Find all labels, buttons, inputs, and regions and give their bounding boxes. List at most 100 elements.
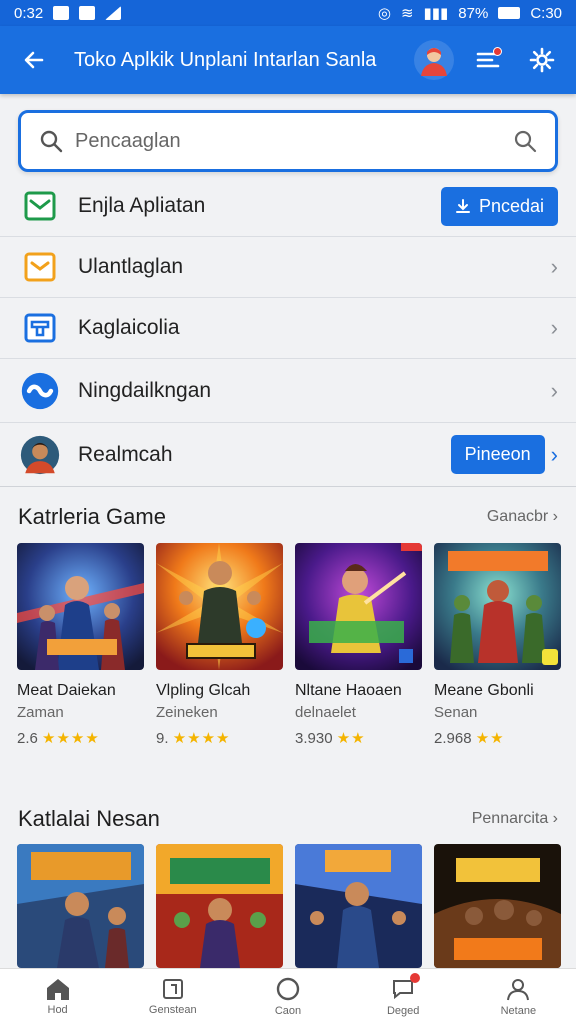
game-thumbnail bbox=[434, 543, 561, 670]
status-right: ◎ ≋ ▮▮▮ 87% C:30 bbox=[377, 4, 562, 23]
menu-item-label: Realmcah bbox=[78, 442, 173, 466]
nav-center[interactable]: Caon bbox=[243, 976, 333, 1017]
open-button[interactable]: Pineeon bbox=[450, 435, 545, 474]
menu-item-updates[interactable]: Ulantlaglan › bbox=[0, 237, 576, 298]
circle-icon bbox=[276, 977, 300, 1001]
nav-profile[interactable]: Netane bbox=[473, 976, 563, 1017]
nav-label: Deged bbox=[386, 1005, 420, 1017]
home-icon bbox=[46, 979, 69, 1000]
game-thumbnail bbox=[295, 543, 422, 670]
nav-badge bbox=[410, 973, 421, 983]
arrow-left-icon bbox=[24, 51, 44, 69]
game-rating: 3.930 ★★ bbox=[295, 730, 366, 747]
nav-library[interactable]: Genstean bbox=[128, 977, 218, 1016]
game-rating: 2.6 ★★★★ bbox=[17, 730, 100, 747]
game-subtitle: Senan bbox=[434, 704, 478, 721]
game-title: Meane Gbonli bbox=[434, 682, 534, 699]
chevron-right-icon: › bbox=[550, 377, 558, 403]
nav-label: Genstean bbox=[148, 1004, 197, 1016]
menu-item-sync[interactable]: Ningdailkngan › bbox=[0, 359, 576, 423]
menu-item-label: Ningdailkngan bbox=[78, 378, 212, 402]
game-rating: 9. ★★★★ bbox=[156, 730, 231, 747]
nav-label: Netane bbox=[500, 1005, 537, 1017]
section-title: Katrleria Game bbox=[18, 504, 166, 529]
star-rating-icon: ★★★★ bbox=[42, 730, 100, 747]
battery-icon bbox=[498, 7, 521, 19]
app-bar: Toko Aplkik Unplani Intarlan Sanla bbox=[0, 26, 576, 94]
game-title: Nltane Haoaen bbox=[295, 682, 402, 699]
games-carousel: Meat Daiekan Zaman 2.6 ★★★★ Vlpling Glca… bbox=[17, 543, 561, 747]
signal-icon bbox=[105, 6, 122, 20]
search-submit-icon[interactable] bbox=[513, 129, 537, 153]
search-input[interactable] bbox=[63, 129, 513, 153]
game-card[interactable] bbox=[434, 844, 561, 968]
game-title: Vlpling Glcah bbox=[156, 682, 251, 699]
app-title: Toko Aplkik Unplani Intarlan Sanla bbox=[74, 48, 377, 71]
menu-item-profile[interactable]: Realmcah Pineeon › bbox=[0, 423, 576, 487]
section-title: Katlalai Nesan bbox=[18, 806, 160, 831]
nav-label: Caon bbox=[274, 1005, 302, 1017]
game-card[interactable]: Vlpling Glcah Zeineken 9. ★★★★ bbox=[156, 543, 283, 747]
gear-icon bbox=[529, 47, 555, 73]
status-time-left: 0:32 bbox=[14, 4, 44, 22]
section-more-link[interactable]: Ganacbr › bbox=[487, 508, 558, 526]
new-games-carousel bbox=[17, 844, 561, 968]
open-label: Pineeon bbox=[464, 444, 531, 464]
status-time-right: C:30 bbox=[530, 4, 562, 22]
game-thumbnail bbox=[156, 543, 283, 670]
notification-icon bbox=[53, 6, 70, 20]
cell-signal-icon: ▮▮▮ bbox=[423, 5, 449, 22]
sync-icon: ◎ bbox=[377, 5, 391, 22]
app-actions bbox=[414, 40, 562, 80]
star-rating-icon: ★★ bbox=[336, 730, 366, 747]
nav-messages[interactable]: Deged bbox=[358, 973, 448, 1017]
filter-button[interactable] bbox=[468, 40, 508, 80]
menu-item-installed[interactable]: Enjla Apliatan Pncedai bbox=[0, 176, 576, 237]
status-bar: 0:32 ◎ ≋ ▮▮▮ 87% C:30 bbox=[0, 0, 576, 26]
search-bar bbox=[18, 110, 558, 172]
nav-label: Hod bbox=[47, 1004, 68, 1016]
game-card[interactable] bbox=[17, 844, 144, 968]
game-subtitle: delnaelet bbox=[295, 704, 356, 721]
menu-list: Enjla Apliatan Pncedai Ulantlaglan › Kag… bbox=[0, 176, 576, 487]
person-icon bbox=[507, 979, 530, 1001]
user-avatar[interactable] bbox=[414, 40, 454, 80]
game-card[interactable]: Meane Gbonli Senan 2.968 ★★ bbox=[434, 543, 561, 747]
back-button[interactable] bbox=[14, 40, 54, 80]
circle-logo-icon bbox=[20, 371, 60, 411]
section-header-new: Katlalai Nesan Pennarcita › bbox=[18, 806, 558, 832]
chevron-right-icon: › bbox=[550, 441, 558, 467]
notification-badge bbox=[493, 47, 502, 56]
game-card[interactable] bbox=[295, 844, 422, 968]
game-card[interactable]: Meat Daiekan Zaman 2.6 ★★★★ bbox=[17, 543, 144, 747]
portrait-avatar bbox=[20, 435, 60, 475]
menu-item-label: Enjla Apliatan bbox=[78, 194, 206, 217]
blue-box-icon bbox=[20, 308, 60, 348]
star-rating-icon: ★★ bbox=[475, 730, 505, 747]
game-thumbnail bbox=[434, 844, 561, 968]
bottom-nav: Hod Genstean Caon Deged Netane bbox=[0, 968, 576, 1024]
search-icon bbox=[40, 130, 63, 153]
game-rating: 2.968 ★★ bbox=[434, 730, 505, 747]
section-header-games: Katrleria Game Ganacbr › bbox=[18, 504, 558, 530]
bookmark-icon bbox=[162, 979, 183, 999]
download-button[interactable]: Pncedai bbox=[440, 186, 558, 226]
settings-button[interactable] bbox=[522, 40, 562, 80]
game-thumbnail bbox=[156, 844, 283, 968]
game-card[interactable]: Nltane Haoaen delnaelet 3.930 ★★ bbox=[295, 543, 422, 747]
menu-item-label: Kaglaicolia bbox=[78, 316, 180, 339]
game-thumbnail bbox=[17, 844, 144, 968]
battery-percent: 87% bbox=[458, 4, 489, 22]
chevron-right-icon: › bbox=[550, 254, 558, 279]
chevron-right-icon: › bbox=[550, 315, 558, 340]
menu-item-categories[interactable]: Kaglaicolia › bbox=[0, 298, 576, 359]
game-card[interactable] bbox=[156, 844, 283, 968]
section-more-link[interactable]: Pennarcita › bbox=[472, 810, 558, 828]
avatar-icon bbox=[421, 48, 447, 76]
game-title: Meat Daiekan bbox=[17, 682, 116, 699]
menu-item-label: Ulantlaglan bbox=[78, 255, 184, 278]
game-thumbnail bbox=[17, 543, 144, 670]
game-subtitle: Zeineken bbox=[156, 704, 218, 721]
nav-home[interactable]: Hod bbox=[13, 977, 103, 1016]
status-left: 0:32 bbox=[14, 4, 122, 22]
